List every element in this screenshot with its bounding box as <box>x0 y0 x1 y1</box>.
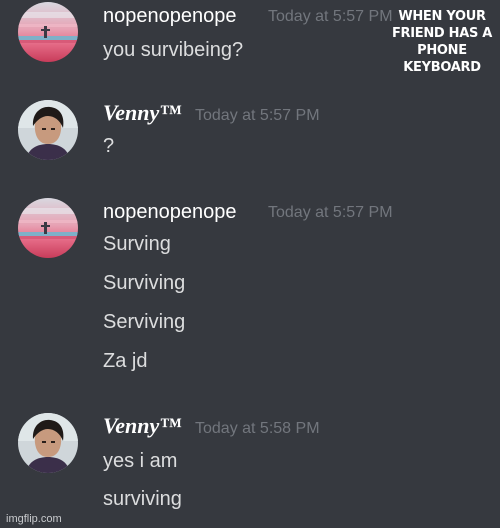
timestamp: Today at 5:57 PM <box>268 8 393 25</box>
message-text: surviving <box>103 488 182 510</box>
message-text: Za jd <box>103 350 148 372</box>
timestamp: Today at 5:57 PM <box>195 107 320 124</box>
avatar-nopenopenope[interactable] <box>18 198 78 258</box>
message-text: yes i am <box>103 450 178 472</box>
avatar-venny[interactable] <box>18 413 78 473</box>
username[interactable]: Venny™ <box>103 414 181 438</box>
username[interactable]: Venny™ <box>103 101 181 125</box>
message-text: ? <box>103 135 115 157</box>
meme-caption: WHEN YOUR FRIEND HAS A PHONE KEYBOARD <box>391 9 493 75</box>
message-text: Serviving <box>103 311 186 333</box>
username[interactable]: nopenopenope <box>103 4 236 28</box>
message-text: Surviving <box>103 272 186 294</box>
username[interactable]: nopenopenope <box>103 200 236 224</box>
avatar-nopenopenope[interactable] <box>18 2 78 62</box>
message-text: Surving <box>103 233 171 255</box>
timestamp: Today at 5:57 PM <box>268 204 393 221</box>
timestamp: Today at 5:58 PM <box>195 420 320 437</box>
message-text: you survibeing? <box>103 39 244 61</box>
watermark: imgflip.com <box>6 513 62 525</box>
avatar-venny[interactable] <box>18 100 78 160</box>
